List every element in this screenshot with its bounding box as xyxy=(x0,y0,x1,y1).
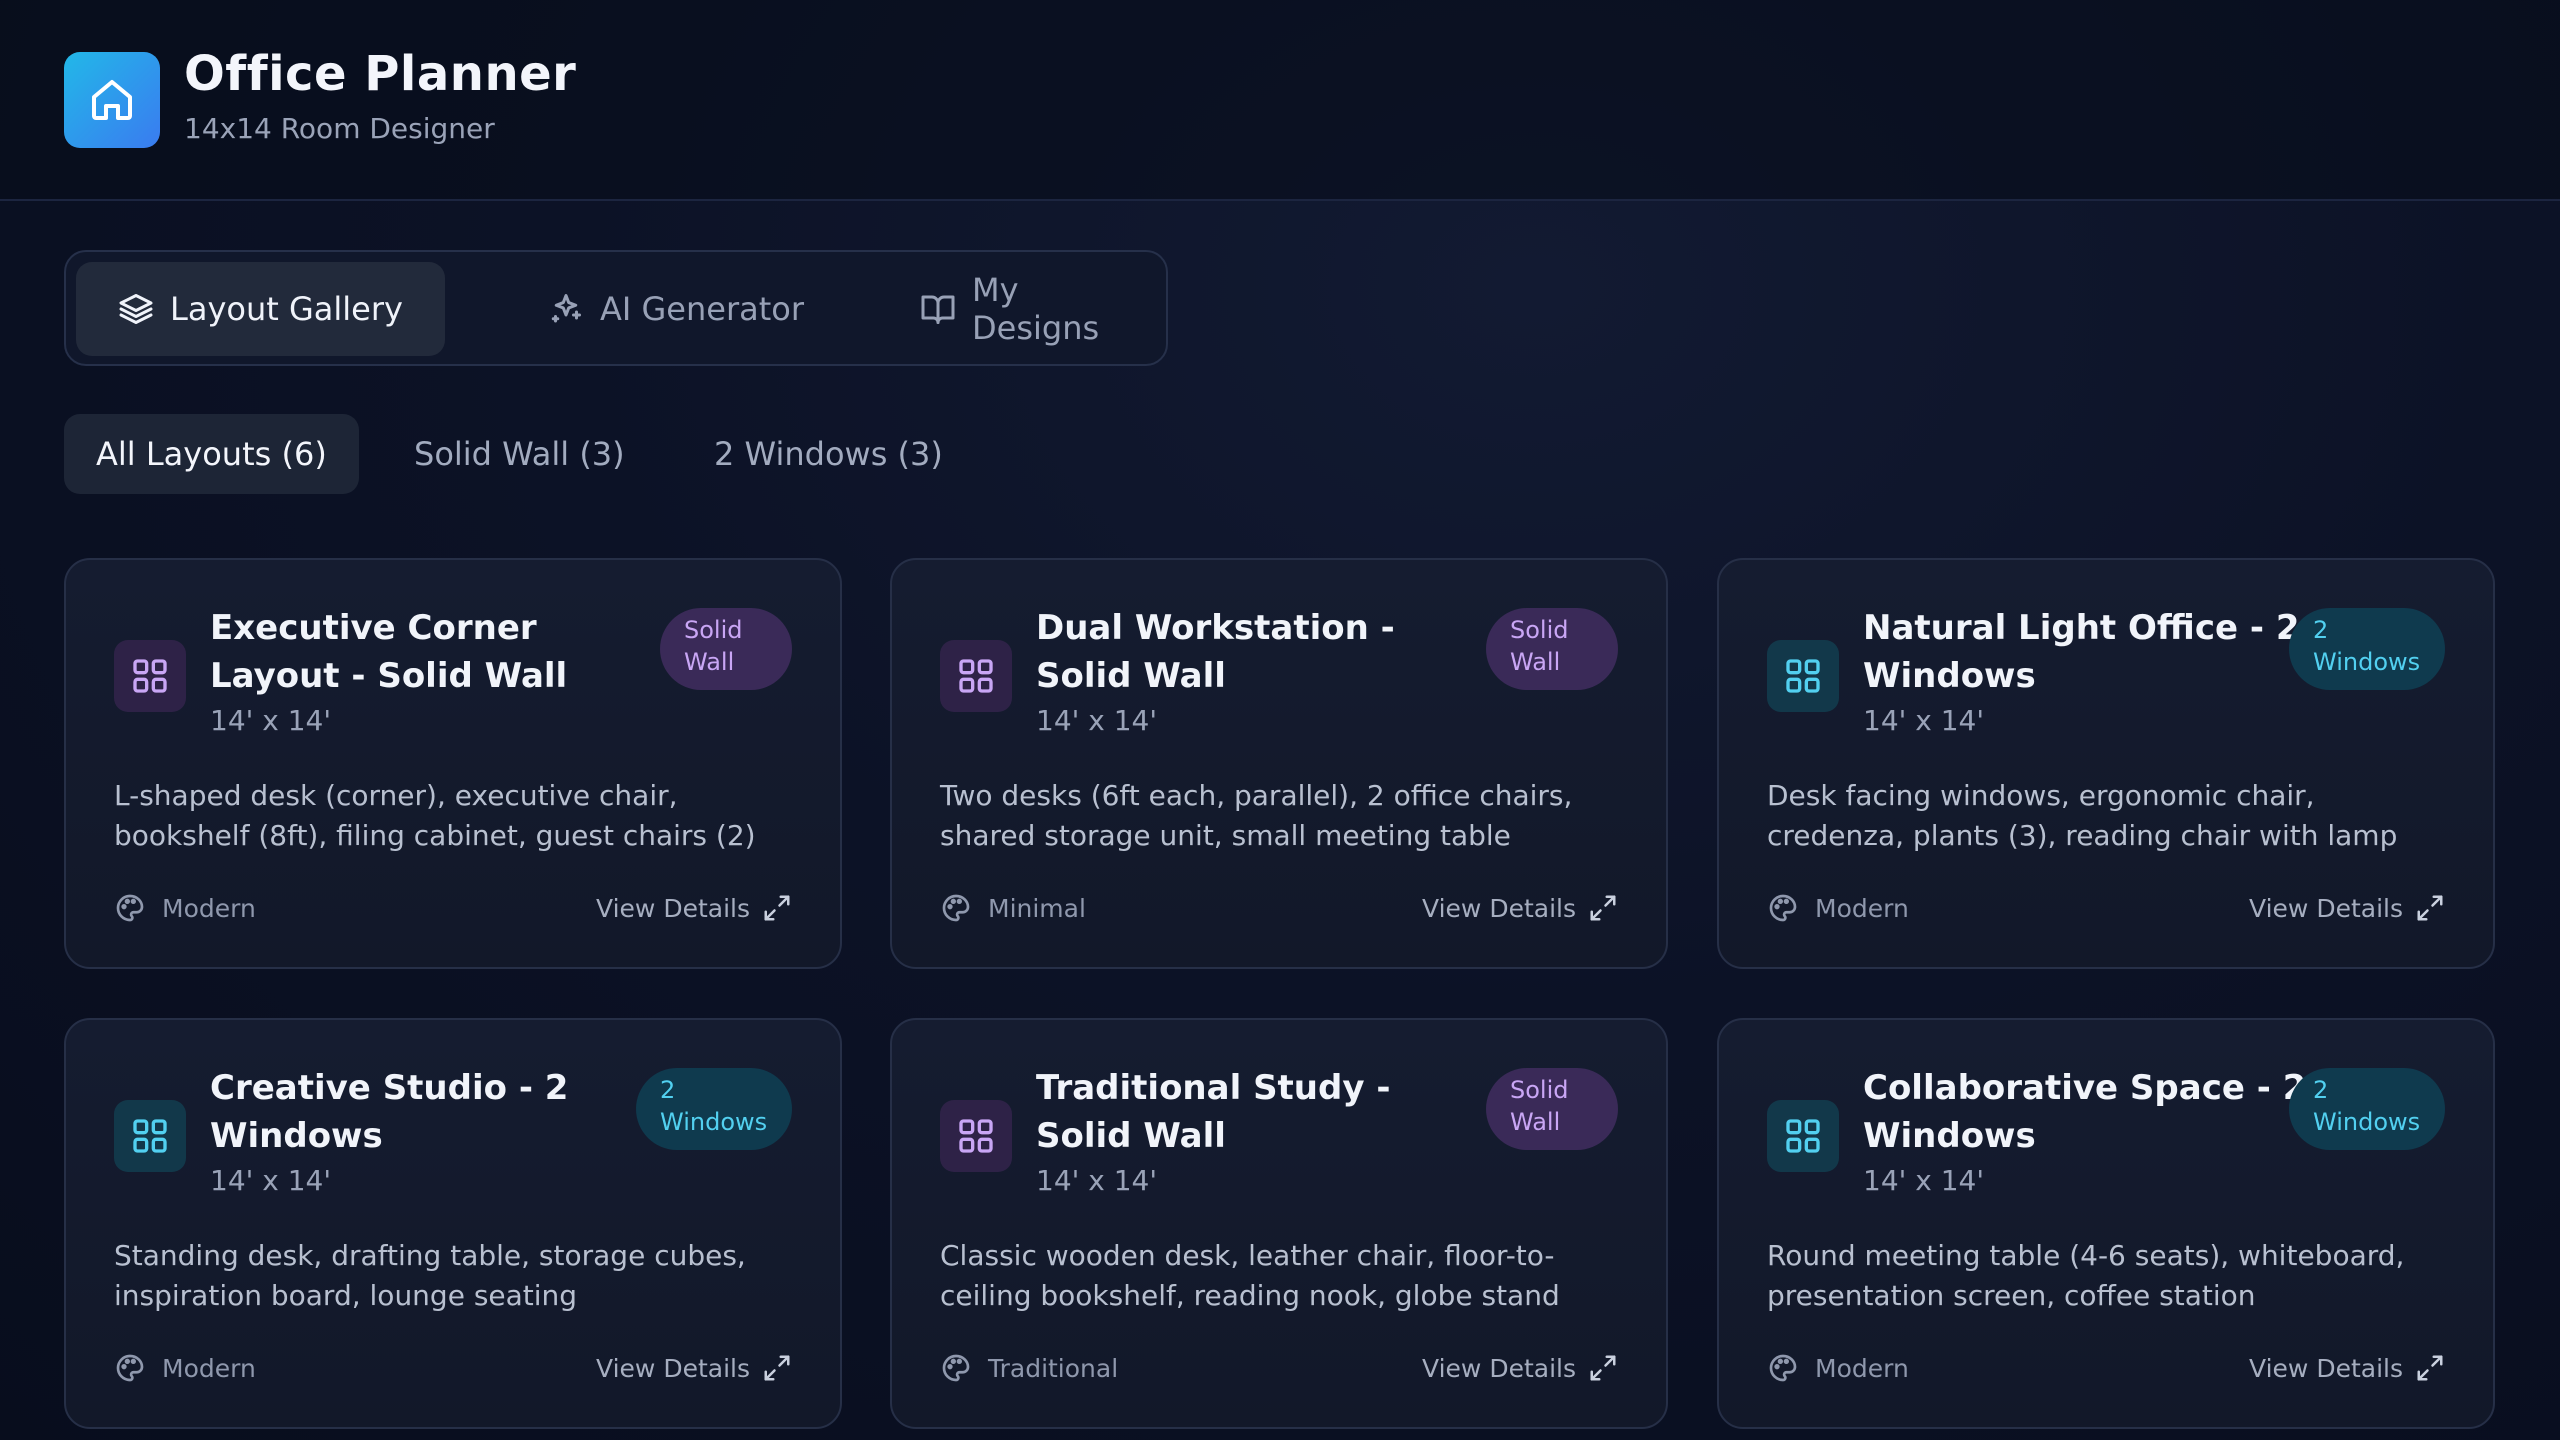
card-title: Dual Workstation - Solid Wall xyxy=(1036,608,1395,696)
card-title: Natural Light Office - 2 Windows xyxy=(1863,608,2300,696)
expand-icon xyxy=(1590,1355,1616,1381)
card-title: Executive Corner Layout - Solid Wall xyxy=(210,608,568,696)
view-details-link[interactable]: View Details xyxy=(596,888,792,928)
status-badge: Solid Wall xyxy=(1486,1068,1618,1150)
expand-icon xyxy=(764,895,790,921)
card-description: Standing desk, drafting table, storage c… xyxy=(114,1239,746,1312)
app-subtitle: 14x14 Room Designer xyxy=(184,112,495,145)
card-description: Classic wooden desk, leather chair, floo… xyxy=(940,1239,1560,1312)
expand-icon xyxy=(764,1355,790,1381)
tab-label: My Designs xyxy=(972,271,1100,347)
card-room-size: 14' x 14' xyxy=(1863,1164,1985,1197)
layout-card[interactable]: Creative Studio - 2 Windows 14' x 14' 2 … xyxy=(64,1018,842,1429)
card-title: Collaborative Space - 2 Windows xyxy=(1863,1068,2307,1156)
card-title: Traditional Study - Solid Wall xyxy=(1036,1068,1391,1156)
palette-icon xyxy=(1769,1354,1797,1382)
book-open-icon xyxy=(921,295,955,324)
card-style: Modern xyxy=(114,1348,256,1388)
expand-icon xyxy=(2417,1355,2443,1381)
palette-icon xyxy=(1769,894,1797,922)
view-details-label: View Details xyxy=(2249,1353,2403,1383)
filter-2-windows[interactable]: 2 Windows (3) xyxy=(682,414,975,494)
card-description: L-shaped desk (corner), executive chair,… xyxy=(114,779,756,852)
status-badge: 2 Windows xyxy=(2289,1068,2445,1150)
card-room-size: 14' x 14' xyxy=(1863,704,1985,737)
expand-icon xyxy=(2417,895,2443,921)
grid-icon xyxy=(940,1100,1012,1172)
card-title: Creative Studio - 2 Windows xyxy=(210,1068,569,1156)
tab-my-designs[interactable]: My Designs xyxy=(878,262,1166,356)
card-description: Two desks (6ft each, parallel), 2 office… xyxy=(940,779,1573,852)
grid-icon xyxy=(940,640,1012,712)
card-room-size: 14' x 14' xyxy=(1036,1164,1158,1197)
view-details-link[interactable]: View Details xyxy=(2249,888,2445,928)
status-badge: Solid Wall xyxy=(660,608,792,690)
filter-solid-wall[interactable]: Solid Wall (3) xyxy=(382,414,657,494)
view-details-label: View Details xyxy=(596,1353,750,1383)
card-style: Minimal xyxy=(940,888,1086,928)
palette-icon xyxy=(942,894,970,922)
card-room-size: 14' x 14' xyxy=(210,704,332,737)
tab-layout-gallery[interactable]: Layout Gallery xyxy=(76,262,445,356)
view-details-link[interactable]: View Details xyxy=(1422,1348,1618,1388)
card-style: Traditional xyxy=(940,1348,1118,1388)
tab-ai-generator[interactable]: AI Generator xyxy=(506,262,846,356)
app-title: Office Planner xyxy=(184,46,577,102)
card-room-size: 14' x 14' xyxy=(210,1164,332,1197)
view-details-label: View Details xyxy=(1422,893,1576,923)
style-label: Modern xyxy=(1815,1353,1909,1383)
status-badge: Solid Wall xyxy=(1486,608,1618,690)
layout-card[interactable]: Dual Workstation - Solid Wall 14' x 14' … xyxy=(890,558,1668,969)
card-style: Modern xyxy=(1767,1348,1909,1388)
home-icon[interactable] xyxy=(64,52,160,148)
card-room-size: 14' x 14' xyxy=(1036,704,1158,737)
view-details-link[interactable]: View Details xyxy=(596,1348,792,1388)
tab-label: AI Generator xyxy=(600,290,804,328)
view-details-label: View Details xyxy=(2249,893,2403,923)
view-details-link[interactable]: View Details xyxy=(2249,1348,2445,1388)
app-header: Office Planner 14x14 Room Designer xyxy=(0,0,2560,201)
grid-icon xyxy=(114,640,186,712)
palette-icon xyxy=(116,1354,144,1382)
grid-icon xyxy=(1767,640,1839,712)
style-label: Traditional xyxy=(988,1353,1119,1383)
grid-icon xyxy=(114,1100,186,1172)
style-label: Minimal xyxy=(988,893,1086,923)
main-tabs: Layout Gallery AI Generator My Designs xyxy=(64,250,1168,366)
palette-icon xyxy=(942,1354,970,1382)
expand-icon xyxy=(1590,895,1616,921)
palette-icon xyxy=(116,894,144,922)
status-badge: 2 Windows xyxy=(2289,608,2445,690)
card-description: Desk facing windows, ergonomic chair, cr… xyxy=(1767,779,2398,852)
style-label: Modern xyxy=(162,1353,256,1383)
sparkles-icon xyxy=(551,294,581,323)
view-details-label: View Details xyxy=(1422,1353,1576,1383)
tab-label: Layout Gallery xyxy=(170,290,403,328)
card-style: Modern xyxy=(1767,888,1909,928)
layout-card[interactable]: Traditional Study - Solid Wall 14' x 14'… xyxy=(890,1018,1668,1429)
filter-all-layouts[interactable]: All Layouts (6) xyxy=(64,414,359,494)
grid-icon xyxy=(1767,1100,1839,1172)
style-label: Modern xyxy=(1815,893,1909,923)
view-details-label: View Details xyxy=(596,893,750,923)
layout-card[interactable]: Collaborative Space - 2 Windows 14' x 14… xyxy=(1717,1018,2495,1429)
view-details-link[interactable]: View Details xyxy=(1422,888,1618,928)
card-description: Round meeting table (4-6 seats), whitebo… xyxy=(1767,1239,2405,1312)
status-badge: 2 Windows xyxy=(636,1068,792,1150)
layers-icon xyxy=(119,294,153,324)
layout-card[interactable]: Executive Corner Layout - Solid Wall 14'… xyxy=(64,558,842,969)
style-label: Modern xyxy=(162,893,256,923)
card-style: Modern xyxy=(114,888,256,928)
layout-card[interactable]: Natural Light Office - 2 Windows 14' x 1… xyxy=(1717,558,2495,969)
